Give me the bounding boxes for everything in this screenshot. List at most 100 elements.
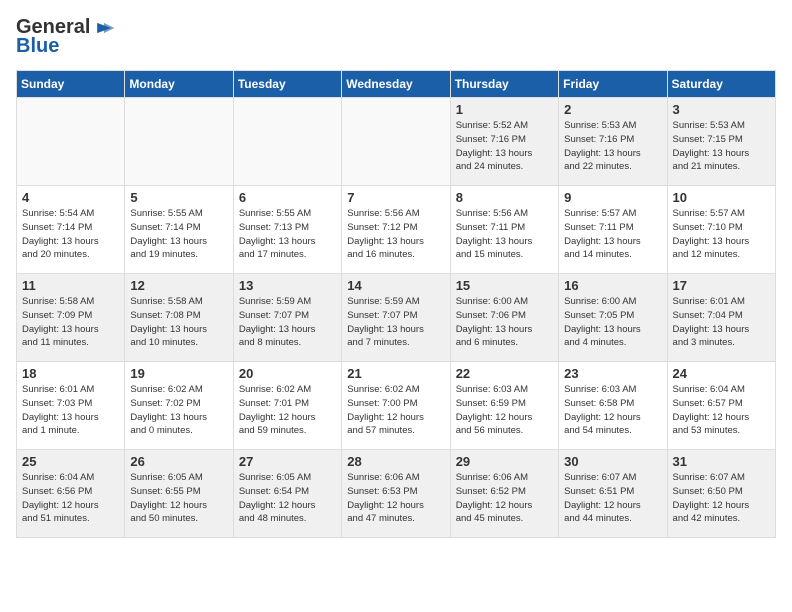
day-number: 16 — [564, 278, 661, 293]
day-info: Sunrise: 5:59 AM Sunset: 7:07 PM Dayligh… — [239, 295, 336, 350]
day-info: Sunrise: 6:06 AM Sunset: 6:53 PM Dayligh… — [347, 471, 444, 526]
calendar-cell: 9 Sunrise: 5:57 AM Sunset: 7:11 PM Daylig… — [559, 186, 667, 274]
day-number: 22 — [456, 366, 553, 381]
day-number: 26 — [130, 454, 227, 469]
day-number: 5 — [130, 190, 227, 205]
day-number: 17 — [673, 278, 770, 293]
day-info: Sunrise: 5:55 AM Sunset: 7:14 PM Dayligh… — [130, 207, 227, 262]
calendar-cell: 7 Sunrise: 5:56 AM Sunset: 7:12 PM Daylig… — [342, 186, 450, 274]
col-header-saturday: Saturday — [667, 71, 775, 98]
calendar-cell: 22 Sunrise: 6:03 AM Sunset: 6:59 PM Dayli… — [450, 362, 558, 450]
day-number: 19 — [130, 366, 227, 381]
day-number: 6 — [239, 190, 336, 205]
calendar-cell: 6 Sunrise: 5:55 AM Sunset: 7:13 PM Daylig… — [233, 186, 341, 274]
calendar-cell — [233, 98, 341, 186]
calendar-cell: 30Sunrise: 6:07 AM Sunset: 6:51 PM Dayli… — [559, 450, 667, 538]
day-number: 7 — [347, 190, 444, 205]
day-info: Sunrise: 5:59 AM Sunset: 7:07 PM Dayligh… — [347, 295, 444, 350]
week-row-4: 18Sunrise: 6:01 AM Sunset: 7:03 PM Dayli… — [17, 362, 776, 450]
day-number: 4 — [22, 190, 119, 205]
col-header-sunday: Sunday — [17, 71, 125, 98]
day-number: 20 — [239, 366, 336, 381]
day-number: 14 — [347, 278, 444, 293]
day-number: 10 — [673, 190, 770, 205]
day-info: Sunrise: 5:54 AM Sunset: 7:14 PM Dayligh… — [22, 207, 119, 262]
day-info: Sunrise: 5:52 AM Sunset: 7:16 PM Dayligh… — [456, 119, 553, 174]
day-info: Sunrise: 6:07 AM Sunset: 6:50 PM Dayligh… — [673, 471, 770, 526]
day-number: 3 — [673, 102, 770, 117]
day-number: 24 — [673, 366, 770, 381]
day-info: Sunrise: 6:04 AM Sunset: 6:57 PM Dayligh… — [673, 383, 770, 438]
day-number: 23 — [564, 366, 661, 381]
day-number: 21 — [347, 366, 444, 381]
col-header-wednesday: Wednesday — [342, 71, 450, 98]
day-info: Sunrise: 6:06 AM Sunset: 6:52 PM Dayligh… — [456, 471, 553, 526]
logo: General Blue — [16, 16, 116, 58]
calendar-cell: 23 Sunrise: 6:03 AM Sunset: 6:58 PM Dayli… — [559, 362, 667, 450]
day-number: 8 — [456, 190, 553, 205]
week-row-1: 1 Sunrise: 5:52 AM Sunset: 7:16 PM Daylig… — [17, 98, 776, 186]
day-number: 29 — [456, 454, 553, 469]
day-number: 27 — [239, 454, 336, 469]
day-info: Sunrise: 6:02 AM Sunset: 7:02 PM Dayligh… — [130, 383, 227, 438]
day-number: 15 — [456, 278, 553, 293]
day-number: 9 — [564, 190, 661, 205]
day-number: 1 — [456, 102, 553, 117]
calendar-cell: 19 Sunrise: 6:02 AM Sunset: 7:02 PM Dayli… — [125, 362, 233, 450]
col-header-friday: Friday — [559, 71, 667, 98]
day-number: 12 — [130, 278, 227, 293]
calendar-cell: 14 Sunrise: 5:59 AM Sunset: 7:07 PM Dayli… — [342, 274, 450, 362]
day-info: Sunrise: 6:05 AM Sunset: 6:55 PM Dayligh… — [130, 471, 227, 526]
week-row-3: 11 Sunrise: 5:58 AM Sunset: 7:09 PM Dayli… — [17, 274, 776, 362]
calendar-cell: 1 Sunrise: 5:52 AM Sunset: 7:16 PM Daylig… — [450, 98, 558, 186]
calendar-cell: 18Sunrise: 6:01 AM Sunset: 7:03 PM Dayli… — [17, 362, 125, 450]
calendar-cell: 29 Sunrise: 6:06 AM Sunset: 6:52 PM Dayli… — [450, 450, 558, 538]
calendar-cell: 5 Sunrise: 5:55 AM Sunset: 7:14 PM Daylig… — [125, 186, 233, 274]
day-info: Sunrise: 6:03 AM Sunset: 6:58 PM Dayligh… — [564, 383, 661, 438]
day-info: Sunrise: 6:04 AM Sunset: 6:56 PM Dayligh… — [22, 471, 119, 526]
day-number: 11 — [22, 278, 119, 293]
calendar-cell: 17 Sunrise: 6:01 AM Sunset: 7:04 PM Dayli… — [667, 274, 775, 362]
calendar-cell: 21Sunrise: 6:02 AM Sunset: 7:00 PM Dayli… — [342, 362, 450, 450]
logo-arrow-icon — [92, 21, 116, 35]
day-info: Sunrise: 5:58 AM Sunset: 7:09 PM Dayligh… — [22, 295, 119, 350]
calendar-table: SundayMondayTuesdayWednesdayThursdayFrid… — [16, 70, 776, 538]
day-info: Sunrise: 5:56 AM Sunset: 7:11 PM Dayligh… — [456, 207, 553, 262]
day-number: 25 — [22, 454, 119, 469]
day-number: 31 — [673, 454, 770, 469]
calendar-cell — [125, 98, 233, 186]
calendar-cell: 31 Sunrise: 6:07 AM Sunset: 6:50 PM Dayli… — [667, 450, 775, 538]
day-info: Sunrise: 5:58 AM Sunset: 7:08 PM Dayligh… — [130, 295, 227, 350]
day-info: Sunrise: 6:00 AM Sunset: 7:05 PM Dayligh… — [564, 295, 661, 350]
calendar-cell: 26 Sunrise: 6:05 AM Sunset: 6:55 PM Dayli… — [125, 450, 233, 538]
day-info: Sunrise: 5:53 AM Sunset: 7:16 PM Dayligh… — [564, 119, 661, 174]
day-info: Sunrise: 6:05 AM Sunset: 6:54 PM Dayligh… — [239, 471, 336, 526]
day-info: Sunrise: 6:01 AM Sunset: 7:04 PM Dayligh… — [673, 295, 770, 350]
week-row-5: 25 Sunrise: 6:04 AM Sunset: 6:56 PM Dayli… — [17, 450, 776, 538]
calendar-cell: 25 Sunrise: 6:04 AM Sunset: 6:56 PM Dayli… — [17, 450, 125, 538]
day-number: 28 — [347, 454, 444, 469]
day-number: 18 — [22, 366, 119, 381]
calendar-cell: 2 Sunrise: 5:53 AM Sunset: 7:16 PM Daylig… — [559, 98, 667, 186]
calendar-cell: 24 Sunrise: 6:04 AM Sunset: 6:57 PM Dayli… — [667, 362, 775, 450]
calendar-cell: 27 Sunrise: 6:05 AM Sunset: 6:54 PM Dayli… — [233, 450, 341, 538]
calendar-cell: 4 Sunrise: 5:54 AM Sunset: 7:14 PM Daylig… — [17, 186, 125, 274]
day-info: Sunrise: 6:02 AM Sunset: 7:01 PM Dayligh… — [239, 383, 336, 438]
calendar-cell — [342, 98, 450, 186]
calendar-cell: 10Sunrise: 5:57 AM Sunset: 7:10 PM Dayli… — [667, 186, 775, 274]
logo-blue: Blue — [16, 35, 59, 58]
calendar-cell: 15 Sunrise: 6:00 AM Sunset: 7:06 PM Dayli… — [450, 274, 558, 362]
day-info: Sunrise: 6:03 AM Sunset: 6:59 PM Dayligh… — [456, 383, 553, 438]
calendar-cell: 3Sunrise: 5:53 AM Sunset: 7:15 PM Daylig… — [667, 98, 775, 186]
col-header-tuesday: Tuesday — [233, 71, 341, 98]
day-info: Sunrise: 5:55 AM Sunset: 7:13 PM Dayligh… — [239, 207, 336, 262]
day-number: 2 — [564, 102, 661, 117]
col-header-thursday: Thursday — [450, 71, 558, 98]
day-info: Sunrise: 5:56 AM Sunset: 7:12 PM Dayligh… — [347, 207, 444, 262]
week-row-2: 4 Sunrise: 5:54 AM Sunset: 7:14 PM Daylig… — [17, 186, 776, 274]
day-info: Sunrise: 6:00 AM Sunset: 7:06 PM Dayligh… — [456, 295, 553, 350]
day-info: Sunrise: 5:57 AM Sunset: 7:11 PM Dayligh… — [564, 207, 661, 262]
day-number: 13 — [239, 278, 336, 293]
calendar-cell: 28 Sunrise: 6:06 AM Sunset: 6:53 PM Dayli… — [342, 450, 450, 538]
calendar-cell — [17, 98, 125, 186]
